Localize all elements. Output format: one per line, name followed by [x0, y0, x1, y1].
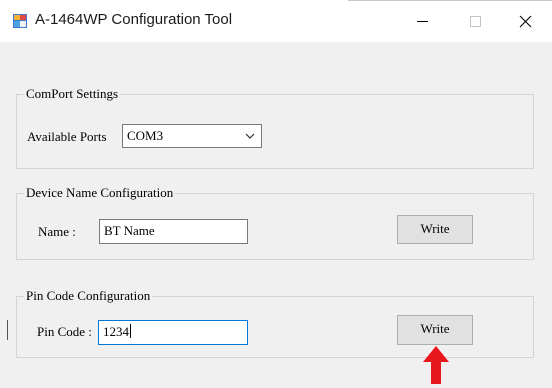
- close-icon: [519, 15, 532, 28]
- close-button[interactable]: [502, 0, 548, 42]
- minimize-button[interactable]: [400, 0, 446, 42]
- write-name-label: Write: [420, 221, 450, 236]
- device-name-input[interactable]: BT Name: [99, 219, 248, 244]
- write-pin-button[interactable]: Write: [397, 315, 473, 345]
- write-pin-label: Write: [420, 321, 450, 336]
- available-ports-label: Available Ports: [27, 129, 107, 144]
- name-label: Name :: [38, 224, 76, 239]
- device-group-title: Device Name Configuration: [24, 185, 176, 200]
- device-name-value: BT Name: [104, 223, 155, 238]
- port-select[interactable]: COM3: [122, 124, 262, 148]
- comport-group-title: ComPort Settings: [24, 86, 121, 101]
- red-up-arrow-icon: [423, 346, 449, 384]
- pin-code-value: 1234: [103, 324, 129, 339]
- pin-code-input[interactable]: 1234: [98, 320, 248, 345]
- text-caret: [130, 324, 131, 338]
- pin-group-title: Pin Code Configuration: [24, 288, 153, 303]
- minimize-icon: [417, 21, 428, 22]
- app-window-icon: [13, 14, 27, 28]
- title-bar[interactable]: A-1464WP Configuration Tool: [0, 0, 552, 42]
- maximize-icon: [470, 16, 481, 27]
- chevron-down-icon: [245, 133, 255, 139]
- config-tool-window: A-1464WP Configuration Tool ComPort Sett…: [0, 0, 552, 388]
- maximize-button[interactable]: [452, 0, 498, 42]
- write-name-button[interactable]: Write: [397, 215, 473, 244]
- window-title: A-1464WP Configuration Tool: [35, 11, 233, 28]
- port-select-value: COM3: [127, 128, 164, 143]
- window-edge-mark: [7, 320, 8, 340]
- pin-code-label: Pin Code :: [37, 324, 92, 339]
